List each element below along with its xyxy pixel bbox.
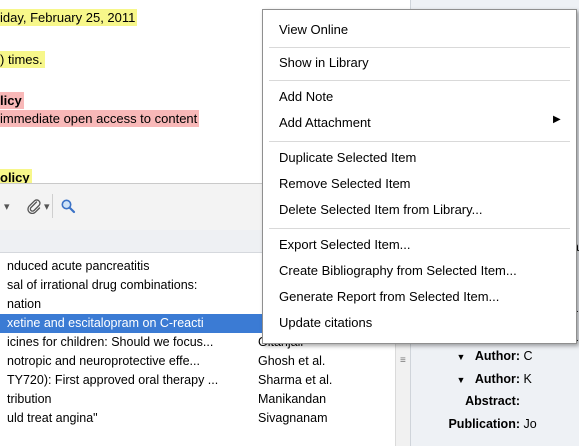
magnifier-icon — [61, 199, 76, 214]
item-title: tribution — [7, 392, 52, 406]
new-item-dropdown-button[interactable]: ▾ — [4, 196, 10, 216]
submenu-arrow-icon: ▶ — [553, 114, 561, 125]
menu-item-duplicate[interactable]: Duplicate Selected Item — [279, 146, 416, 170]
field-value: C — [523, 349, 533, 363]
field-value: K — [523, 372, 532, 386]
item-title: xetine and escitalopram on C-reacti — [7, 316, 204, 330]
menu-separator — [269, 47, 570, 48]
info-field-abstract[interactable]: Abstract: — [410, 393, 520, 410]
item-title: notropic and neuroprotective effe... — [7, 354, 200, 368]
chevron-down-icon: ▾ — [4, 200, 10, 213]
item-title: icines for children: Should we focus... — [7, 335, 214, 349]
menu-item-delete-from-library[interactable]: Delete Selected Item from Library... — [279, 198, 483, 222]
item-creator: Manikandan — [258, 392, 327, 406]
menu-separator — [269, 228, 570, 229]
add-attachment-button[interactable]: ▾ — [26, 196, 50, 216]
field-value: Jo — [523, 417, 537, 431]
menu-separator — [269, 141, 570, 142]
item-title: nduced acute pancreatitis — [7, 259, 150, 273]
paperclip-icon — [27, 199, 41, 214]
highlighted-text: ) times. — [0, 51, 45, 68]
item-title: sal of irrational drug combinations: — [7, 278, 198, 292]
highlighted-text: iday, February 25, 2011 — [0, 9, 138, 26]
highlighted-heading: olicy — [0, 169, 32, 183]
menu-item-export[interactable]: Export Selected Item... — [279, 233, 411, 257]
menu-item-show-in-library[interactable]: Show in Library — [279, 51, 369, 75]
menu-separator — [269, 80, 570, 81]
table-row[interactable]: tribution Manikandan — [0, 390, 410, 409]
menu-item-remove[interactable]: Remove Selected Item — [279, 172, 411, 196]
scroll-grip-icon: ≡ — [400, 355, 406, 366]
field-label: Publication: — [448, 417, 520, 431]
menu-item-create-bibliography[interactable]: Create Bibliography from Selected Item..… — [279, 259, 517, 283]
chevron-down-icon: ▾ — [44, 200, 50, 213]
expand-triangle-icon[interactable]: ▼ — [454, 372, 468, 389]
item-creator: Sharma et al. — [258, 373, 333, 387]
menu-item-add-attachment[interactable]: Add Attachment — [279, 111, 371, 135]
table-row[interactable]: TY720): First approved oral therapy ... … — [0, 371, 410, 390]
field-label: Author: — [474, 349, 520, 363]
item-creator: Sivagnanam — [258, 411, 328, 425]
menu-item-update-citations[interactable]: Update citations — [279, 311, 372, 335]
info-field-publication[interactable]: Publication: Jo — [410, 416, 537, 433]
field-label: Abstract: — [465, 394, 520, 408]
item-title: uld treat angina" — [7, 411, 98, 425]
table-row[interactable]: uld treat angina" Sivagnanam — [0, 409, 410, 428]
document-pane: iday, February 25, 2011 ) times. licy im… — [0, 0, 262, 183]
search-button[interactable] — [60, 196, 76, 216]
field-label: Author: — [474, 372, 520, 386]
item-title: TY720): First approved oral therapy ... — [7, 373, 219, 387]
item-title: nation — [7, 297, 42, 311]
table-row[interactable]: notropic and neuroprotective effe... Gho… — [0, 352, 410, 371]
expand-triangle-icon[interactable]: ▼ — [454, 349, 468, 366]
item-context-menu: View Online Show in Library Add Note Add… — [262, 9, 577, 344]
highlighted-heading: licy — [0, 92, 24, 109]
item-creator: Ghosh et al. — [258, 354, 326, 368]
items-toolbar: ▾ ▾ — [0, 183, 262, 231]
highlighted-text: immediate open access to content — [0, 110, 200, 127]
menu-item-generate-report[interactable]: Generate Report from Selected Item... — [279, 285, 499, 309]
info-field-author[interactable]: ▼ Author: C — [410, 348, 533, 366]
menu-item-add-note[interactable]: Add Note — [279, 85, 333, 109]
info-field-author[interactable]: ▼ Author: K — [410, 371, 532, 389]
toolbar-divider — [52, 194, 53, 218]
menu-item-view-online[interactable]: View Online — [279, 18, 348, 42]
